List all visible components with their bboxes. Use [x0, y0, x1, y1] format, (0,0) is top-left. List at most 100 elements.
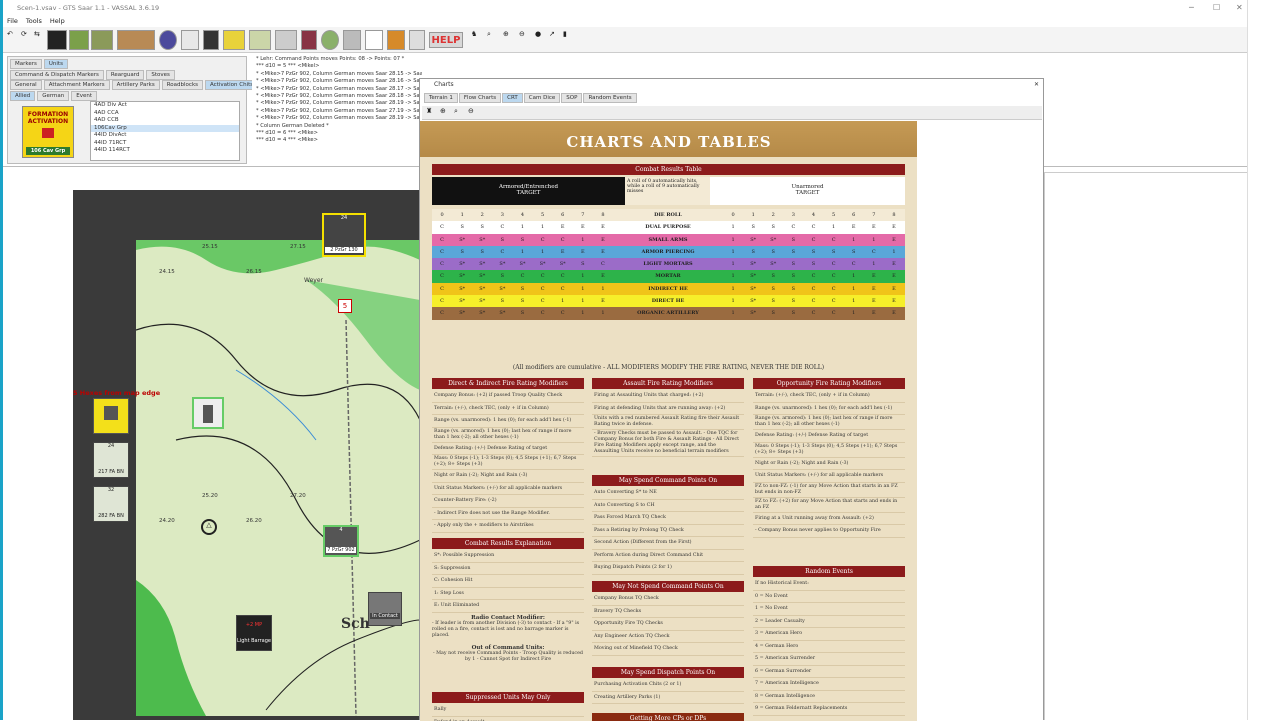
step-icon[interactable]: ⟳: [21, 30, 31, 50]
tab-event[interactable]: Event: [71, 91, 97, 101]
crt-cell: S*: [472, 270, 492, 282]
armored-results: CS*S*S*SCC11: [432, 307, 613, 319]
unit-counter[interactable]: 4 7 PzGr 902: [323, 525, 359, 557]
unit-counter[interactable]: 24 217 FA BN: [93, 442, 129, 478]
zoom-out-icon[interactable]: ⊖: [468, 107, 474, 115]
crt-cell: E: [884, 270, 904, 282]
tab-cam-dice[interactable]: Cam Dice: [524, 93, 561, 103]
list-item[interactable]: 4AD CCB: [91, 117, 239, 125]
tab-stoves[interactable]: Stoves: [146, 70, 175, 80]
counter-sheet-button[interactable]: [181, 30, 199, 50]
tab-units[interactable]: Units: [44, 59, 68, 69]
undo-icon[interactable]: ↶: [7, 30, 17, 50]
tab-general[interactable]: General: [10, 80, 42, 90]
crt-cell: C: [432, 270, 452, 282]
tab-sop[interactable]: SOP: [561, 93, 582, 103]
zoom-map-icon[interactable]: [321, 30, 339, 50]
assault-fire-modifiers: Firing at Assaulting Units that charged:…: [592, 390, 744, 457]
help-button[interactable]: HELP: [429, 32, 463, 48]
unit-counter[interactable]: [93, 398, 129, 434]
armored-results: CSSC11EEE: [432, 221, 613, 233]
hex-map[interactable]: 25.15 27.15 24.15 26.15 25.20 27.20 24.2…: [136, 240, 420, 716]
tab-attachment[interactable]: Attachment Markers: [44, 80, 110, 90]
crt-cell: E: [864, 295, 884, 307]
counter-tool-button[interactable]: [47, 30, 67, 50]
list-item[interactable]: 44ID 71RCT: [91, 140, 239, 148]
map-tool-button[interactable]: [69, 30, 89, 50]
zoom-in-icon[interactable]: ⊕: [440, 107, 446, 115]
tab-rearguard[interactable]: Rearguard: [106, 70, 145, 80]
close-icon[interactable]: ✕: [1236, 3, 1243, 12]
overlay-icon[interactable]: [409, 30, 425, 50]
list-item[interactable]: 4AD Div Act: [91, 102, 239, 110]
zoom-select-icon[interactable]: ⊕: [503, 30, 515, 50]
los-icon[interactable]: [365, 30, 383, 50]
tab-markers[interactable]: Markers: [10, 59, 42, 69]
crt-cell: C: [432, 283, 452, 295]
chart-button-3[interactable]: [275, 30, 297, 50]
list-item[interactable]: 4AD CCA: [91, 110, 239, 118]
unit-counter[interactable]: 32 282 FA BN: [93, 486, 129, 522]
tab-crt[interactable]: CRT: [502, 93, 523, 103]
globe-icon[interactable]: ●: [535, 30, 547, 50]
in-contact-marker[interactable]: In Contact: [368, 592, 402, 626]
hide-icon[interactable]: [387, 30, 405, 50]
pieces-icon[interactable]: [301, 30, 317, 50]
list-item-selected[interactable]: 106Cav Grp: [91, 125, 239, 133]
chart-button-1[interactable]: [223, 30, 245, 50]
close-icon[interactable]: ✕: [1034, 79, 1039, 91]
crt-cell: C: [803, 270, 823, 282]
hex-marker[interactable]: 5: [338, 299, 352, 313]
dice-icon[interactable]: [159, 30, 177, 50]
tab-terrain[interactable]: Terrain 1: [424, 93, 458, 103]
menu-help[interactable]: Help: [50, 17, 65, 25]
tab-german[interactable]: German: [37, 91, 69, 101]
counter-subtitle: ACTIVATION: [23, 118, 73, 125]
tracks-tool-button[interactable]: [117, 30, 155, 50]
minimize-icon[interactable]: ─: [1189, 3, 1194, 12]
crt-cell: S: [512, 234, 532, 246]
chart-button-2[interactable]: [249, 30, 271, 50]
maximize-icon[interactable]: ☐: [1213, 3, 1220, 12]
tab-random-events[interactable]: Random Events: [583, 93, 636, 103]
menu-file[interactable]: File: [7, 17, 18, 25]
unit-counter[interactable]: [192, 397, 224, 429]
zoom-select-icon[interactable]: ⌕: [454, 107, 458, 116]
crt-cell: C: [864, 246, 884, 258]
zoom-out-icon[interactable]: ⊖: [519, 30, 531, 50]
tab-activation-chits[interactable]: Activation Chits: [205, 80, 258, 90]
tab-artillery-parks[interactable]: Artillery Parks: [112, 80, 160, 90]
command-points-uses: Auto Converting S* to NEAuto Converting …: [592, 487, 744, 575]
refresh-icon[interactable]: ⇆: [34, 30, 44, 50]
ruler-icon[interactable]: ▮: [563, 30, 573, 50]
menu-tools[interactable]: Tools: [26, 17, 42, 25]
tab-command-dispatch[interactable]: Command & Dispatch Markers: [10, 70, 104, 80]
tab-flow-charts[interactable]: Flow Charts: [459, 93, 501, 103]
crt-cell: S: [763, 246, 783, 258]
crt-cell: S*: [743, 258, 763, 270]
grid-icon[interactable]: [343, 30, 361, 50]
tab-roadblocks[interactable]: Roadblocks: [162, 80, 203, 90]
formation-activation-counter[interactable]: FORMATION ACTIVATION 106 Cav Grp: [22, 106, 74, 158]
marker-value: +2 MP: [237, 622, 271, 628]
charts-window: Charts ✕ Terrain 1 Flow Charts CRT Cam D…: [419, 78, 1044, 720]
unit-symbol-icon: [203, 405, 213, 423]
list-item[interactable]: 44ID DivAct: [91, 132, 239, 140]
list-item[interactable]: 44ID 114RCT: [91, 147, 239, 155]
charts-sheet[interactable]: CHARTS AND TABLES Combat Results Table A…: [420, 121, 918, 721]
zoom-in-icon[interactable]: ⌕: [487, 30, 499, 50]
counter-strength: 32: [94, 487, 128, 493]
notes-icon[interactable]: [203, 30, 219, 50]
barrage-marker[interactable]: +2 MP Light Barrage: [236, 615, 272, 651]
crt-cell: C: [432, 246, 452, 258]
lock-icon[interactable]: ♜: [426, 107, 432, 115]
lock-icon[interactable]: ♞: [471, 30, 483, 50]
crt-cell: S: [783, 283, 803, 295]
line-icon[interactable]: ↗: [549, 30, 561, 50]
list-item: S*: Possible Suppression: [432, 550, 584, 563]
crt-cell: C: [824, 234, 844, 246]
units-tool-button[interactable]: [91, 30, 113, 50]
tab-allied[interactable]: Allied: [10, 91, 35, 101]
unit-counter[interactable]: 24 2 PzGr 130: [322, 213, 366, 257]
crt-row: 012345678DIE ROLL012345678: [432, 209, 905, 221]
